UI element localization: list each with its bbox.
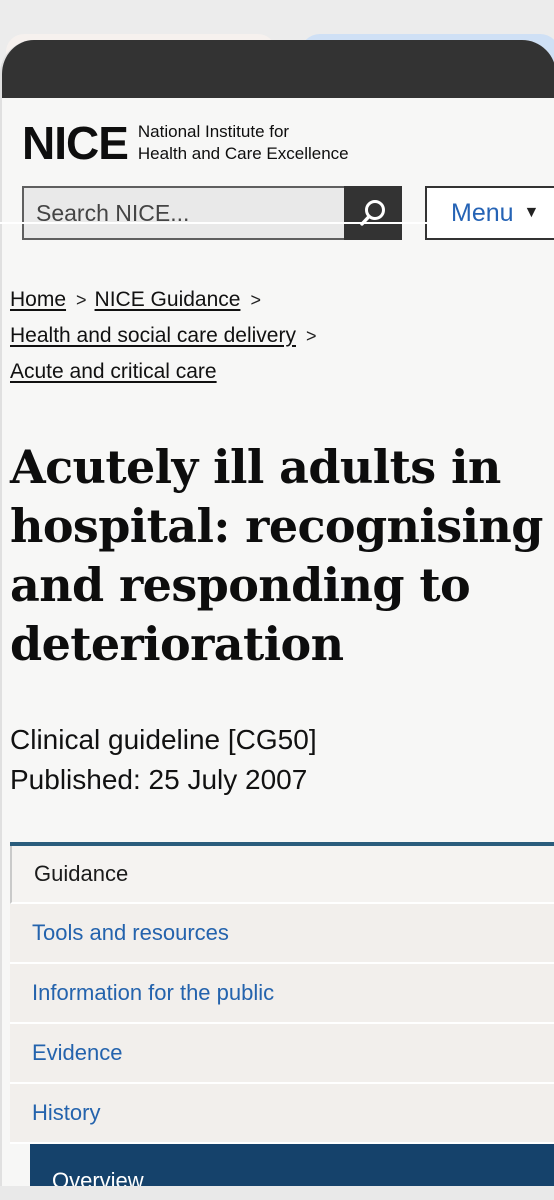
- breadcrumb-acute-critical-care[interactable]: Acute and critical care: [10, 360, 217, 383]
- breadcrumb-separator: >: [305, 326, 317, 346]
- search-button[interactable]: [344, 186, 402, 240]
- tab-guidance[interactable]: Guidance: [10, 846, 554, 904]
- site-header: NICE National Institute for Health and C…: [2, 98, 554, 262]
- guideline-type: Clinical guideline [CG50]: [10, 724, 317, 755]
- breadcrumb-separator: >: [76, 290, 87, 310]
- breadcrumb-row: Health and social care delivery >: [10, 318, 550, 354]
- header-divider: [0, 222, 554, 224]
- tab-information-for-the-public[interactable]: Information for the public: [10, 964, 554, 1024]
- search-input[interactable]: [22, 186, 344, 240]
- chevron-down-icon: ▼: [523, 204, 540, 221]
- nice-logo[interactable]: NICE National Institute for Health and C…: [22, 120, 349, 166]
- tab-evidence[interactable]: Evidence: [10, 1024, 554, 1084]
- tab-tools-and-resources[interactable]: Tools and resources: [10, 904, 554, 964]
- logo-text-line-2: Health and Care Excellence: [137, 144, 349, 163]
- published-date: Published: 25 July 2007: [10, 764, 308, 795]
- guidance-tab-nav: Guidance Tools and resources Information…: [10, 842, 554, 1198]
- breadcrumb-nice-guidance[interactable]: NICE Guidance: [95, 288, 241, 311]
- breadcrumb-health-social-care[interactable]: Health and social care delivery: [10, 324, 296, 347]
- breadcrumb: Home > NICE Guidance > Health and social ca…: [10, 282, 550, 390]
- logo-text: National Institute for Health and Care E…: [138, 121, 349, 165]
- page-title: Acutely ill adults in hospital: recognis…: [10, 440, 543, 671]
- breadcrumb-row: Home > NICE Guidance >: [10, 282, 550, 318]
- tab-history[interactable]: History: [10, 1084, 554, 1144]
- logo-mark: NICE: [22, 117, 129, 169]
- search-form: [22, 186, 402, 240]
- breadcrumb-home[interactable]: Home: [10, 288, 66, 311]
- breadcrumb-row: Acute and critical care: [10, 354, 550, 390]
- guideline-meta: Clinical guideline [CG50] Published: 25 …: [10, 720, 317, 800]
- site-top-bar: [2, 40, 554, 98]
- menu-button[interactable]: Menu ▼: [425, 186, 554, 240]
- bottom-edge: [0, 1186, 554, 1200]
- breadcrumb-separator: >: [250, 290, 261, 310]
- logo-text-line-1: National Institute for: [137, 122, 290, 141]
